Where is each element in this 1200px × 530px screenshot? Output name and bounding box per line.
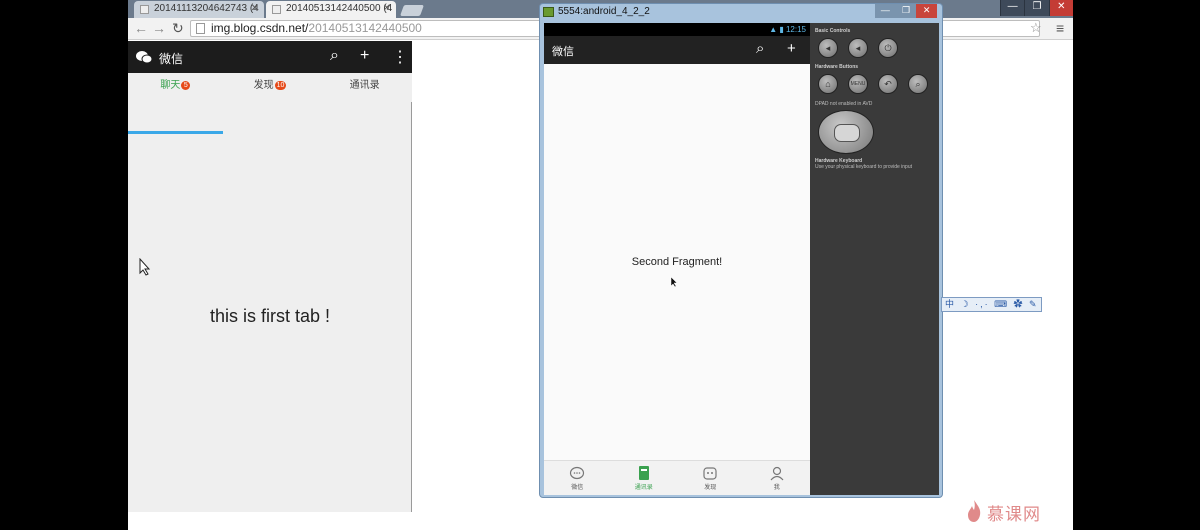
app-action-bar: 微信 ⌕ + ⋮ <box>128 41 412 73</box>
emulator-window-controls: — ❐ ✕ <box>875 4 938 18</box>
url-host: img.blog.csdn.net/ <box>211 21 309 35</box>
keyboard-note: Use your physical keyboard to provide in… <box>815 164 912 170</box>
contacts-icon <box>638 466 649 480</box>
reload-icon[interactable]: ↻ <box>172 20 184 36</box>
search-icon[interactable]: ⌕ <box>330 47 339 65</box>
volume-up-button[interactable]: ◂ <box>848 38 868 58</box>
app-title: 微信 <box>552 46 574 58</box>
wechat-web-preview: 微信 ⌕ + ⋮ 聊天 5 发现 10 通讯录 this is first tab … <box>128 41 412 512</box>
volume-down-button[interactable]: ◂ <box>818 38 838 58</box>
tab-content-text: this is first tab ! <box>209 306 331 326</box>
page-favicon-icon <box>272 5 281 14</box>
app-tab-bar: 聊天 5 发现 10 通讯录 <box>128 73 412 134</box>
discover-icon <box>703 467 717 480</box>
url-path: 20140513142440500 <box>308 21 422 35</box>
android-emulator-window: 5554:android_4_2_2 — ❐ ✕ ▲ ▮ 12:15 微信 ⌕ … <box>539 3 943 498</box>
close-tab-icon[interactable]: ✕ <box>251 1 259 17</box>
browser-tab-2[interactable]: 20140513142440500 (4 ✕ <box>266 1 396 18</box>
unread-badge: 10 <box>274 80 287 90</box>
minimize-button[interactable]: — <box>875 4 896 18</box>
nav-item-contacts[interactable]: 通讯录 <box>611 461 678 495</box>
nav-item-me[interactable]: 我 <box>744 461 811 495</box>
signal-icon: ▲ ▮ <box>769 25 784 34</box>
hardware-buttons-header: Hardware Buttons <box>815 64 859 70</box>
bookmark-star-icon[interactable]: ☆ <box>1030 20 1042 36</box>
emulator-control-panel: Basic Controls ◂ ◂ ⏻ Hardware Buttons ⌂ … <box>810 23 939 495</box>
nav-item-chats-label: 微信 <box>571 485 584 491</box>
profile-icon <box>770 466 784 481</box>
status-bar: ▲ ▮ 12:15 <box>544 23 810 36</box>
nav-item-discover[interactable]: 发现 <box>677 461 744 495</box>
browser-tab-1-label: 20141113204642743 (4 <box>154 3 259 14</box>
power-button[interactable]: ⏻ <box>878 38 898 58</box>
basic-controls-header: Basic Controls <box>815 28 851 34</box>
unread-badge: 5 <box>181 80 191 90</box>
status-time: 12:15 <box>785 25 806 34</box>
home-button[interactable]: ⌂ <box>818 74 838 94</box>
screen-recording-frame: 20141113204642743 (4 ✕ 20140513142440500… <box>0 0 1200 530</box>
nav-item-discover-label: 发现 <box>704 485 717 491</box>
tab-chats-label: 聊天 <box>160 80 181 91</box>
search-icon[interactable]: ⌕ <box>756 40 764 57</box>
dpad-note: DPAD not enabled in AVD <box>815 101 873 107</box>
chat-bubble-icon <box>570 466 585 480</box>
wechat-logo-icon <box>136 51 152 64</box>
watermark: 慕课网 <box>965 497 1065 525</box>
nav-item-me-label: 我 <box>773 485 780 491</box>
close-tab-icon[interactable]: ✕ <box>383 1 391 17</box>
back-button[interactable]: ↶ <box>878 74 898 94</box>
android-emulator-icon <box>543 7 554 17</box>
tab-indicator <box>128 131 223 134</box>
watermark-text: 慕课网 <box>987 505 1041 525</box>
tab-chats[interactable]: 聊天 5 <box>128 73 223 102</box>
tab-discover[interactable]: 发现 10 <box>223 73 318 102</box>
emulator-title: 5554:android_4_2_2 <box>558 6 650 17</box>
mouse-cursor-icon <box>139 258 151 276</box>
dpad-control[interactable] <box>818 110 874 154</box>
new-tab-button[interactable] <box>399 5 425 16</box>
browser-window-controls: — ❐ ✕ <box>1000 0 1073 16</box>
back-arrow-icon[interactable]: ← <box>134 20 148 36</box>
ime-toolbar-text: 中 ☽ ·,· ⌨ ✿ ✎ <box>945 299 1039 309</box>
emulator-title-bar: 5554:android_4_2_2 — ❐ ✕ <box>540 4 942 20</box>
flame-logo-icon <box>968 500 981 522</box>
browser-tab-1[interactable]: 20141113204642743 (4 ✕ <box>134 1 264 18</box>
bottom-navigation: 微信 通讯录 发现 我 <box>544 460 810 495</box>
add-icon[interactable]: + <box>360 47 369 65</box>
mouse-cursor-icon <box>670 276 678 288</box>
maximize-button[interactable]: ❐ <box>1024 0 1049 16</box>
browser-tab-2-label: 20140513142440500 (4 <box>286 3 393 14</box>
minimize-button[interactable]: — <box>1000 0 1025 16</box>
android-screen: ▲ ▮ 12:15 微信 ⌕ + Second Fragment! 微信 通讯录 <box>544 23 810 495</box>
chrome-menu-icon[interactable]: ≡ <box>1056 20 1064 36</box>
nav-item-chats[interactable]: 微信 <box>544 461 611 495</box>
input-method-toolbar[interactable]: 中 ☽ ·,· ⌨ ✿ ✎ <box>941 297 1042 312</box>
overflow-menu-icon[interactable]: ⋮ <box>392 47 408 67</box>
close-window-button[interactable]: ✕ <box>1048 0 1073 16</box>
search-button[interactable]: ⌕ <box>908 74 928 94</box>
nav-item-contacts-label: 通讯录 <box>634 485 653 491</box>
tab-contacts-label: 通讯录 <box>349 80 380 91</box>
app-action-bar: 微信 ⌕ + <box>544 36 810 64</box>
maximize-button[interactable]: ❐ <box>895 4 917 18</box>
add-icon[interactable]: + <box>787 40 796 57</box>
tab-contacts[interactable]: 通讯录 <box>317 73 412 102</box>
page-favicon-icon <box>140 5 149 14</box>
app-title: 微信 <box>159 52 184 66</box>
page-icon <box>196 23 205 34</box>
tab-discover-label: 发现 <box>253 80 274 91</box>
forward-arrow-icon[interactable]: → <box>152 20 166 36</box>
menu-button[interactable]: MENU <box>848 74 868 94</box>
dpad-center-button[interactable] <box>834 124 860 142</box>
fragment-text: Second Fragment! <box>631 256 723 268</box>
close-window-button[interactable]: ✕ <box>916 4 938 18</box>
